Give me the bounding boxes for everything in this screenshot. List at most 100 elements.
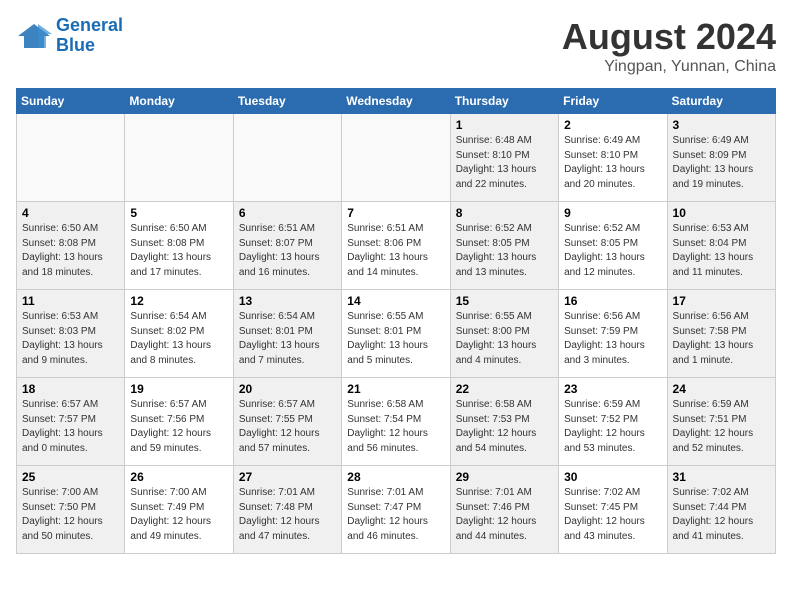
cell-info: Sunrise: 6:51 AMSunset: 8:06 PMDaylight:… bbox=[347, 222, 444, 280]
day-number: 25 bbox=[22, 470, 119, 484]
calendar-cell: 19 Sunrise: 6:57 AMSunset: 7:56 PMDayligh… bbox=[125, 378, 233, 466]
day-number: 24 bbox=[673, 382, 770, 396]
cell-info: Sunrise: 6:53 AMSunset: 8:04 PMDaylight:… bbox=[673, 222, 770, 280]
calendar-cell: 18Sunrise: 6:57 AMSunset: 7:57 PMDayligh… bbox=[17, 378, 125, 466]
day-number: 20 bbox=[239, 382, 336, 396]
day-number: 9 bbox=[564, 206, 661, 220]
cell-info: Sunrise: 6:52 AMSunset: 8:05 PMDaylight:… bbox=[564, 222, 661, 280]
cell-info: Sunrise: 6:55 AMSunset: 8:01 PMDaylight:… bbox=[347, 310, 444, 368]
cell-info: Sunrise: 7:02 AMSunset: 7:44 PMDaylight:… bbox=[673, 486, 770, 544]
calendar-cell: 22Sunrise: 6:58 AMSunset: 7:53 PMDayligh… bbox=[450, 378, 558, 466]
day-number: 21 bbox=[347, 382, 444, 396]
day-number: 19 bbox=[130, 382, 227, 396]
calendar-header-wednesday: Wednesday bbox=[342, 89, 450, 114]
calendar-cell: 15 Sunrise: 6:55 AMSunset: 8:00 PMDayligh… bbox=[450, 290, 558, 378]
cell-info: Sunrise: 6:50 AMSunset: 8:08 PMDaylight:… bbox=[130, 222, 227, 280]
cell-info: Sunrise: 6:54 AMSunset: 8:02 PMDaylight:… bbox=[130, 310, 227, 368]
calendar-cell: 24 Sunrise: 6:59 AMSunset: 7:51 PMDayligh… bbox=[667, 378, 775, 466]
cell-info: Sunrise: 6:52 AMSunset: 8:05 PMDaylight:… bbox=[456, 222, 553, 280]
calendar-header-thursday: Thursday bbox=[450, 89, 558, 114]
day-number: 18 bbox=[22, 382, 119, 396]
calendar-cell: 13 Sunrise: 6:54 AMSunset: 8:01 PMDayligh… bbox=[233, 290, 341, 378]
title-block: August 2024 Yingpan, Yunnan, China bbox=[562, 16, 776, 76]
calendar-cell: 26Sunrise: 7:00 AMSunset: 7:49 PMDayligh… bbox=[125, 466, 233, 554]
calendar-cell: 11 Sunrise: 6:53 AMSunset: 8:03 PMDayligh… bbox=[17, 290, 125, 378]
day-number: 15 bbox=[456, 294, 553, 308]
calendar-week-row: 25Sunrise: 7:00 AMSunset: 7:50 PMDayligh… bbox=[17, 466, 776, 554]
calendar-cell: 21 Sunrise: 6:58 AMSunset: 7:54 PMDayligh… bbox=[342, 378, 450, 466]
cell-info: Sunrise: 6:59 AMSunset: 7:52 PMDaylight:… bbox=[564, 398, 661, 456]
calendar-cell: 2 Sunrise: 6:49 AMSunset: 8:10 PMDaylight… bbox=[559, 114, 667, 202]
calendar-cell: 7 Sunrise: 6:51 AMSunset: 8:06 PMDaylight… bbox=[342, 202, 450, 290]
calendar-week-row: 4 Sunrise: 6:50 AMSunset: 8:08 PMDaylight… bbox=[17, 202, 776, 290]
logo-line2: Blue bbox=[56, 35, 95, 55]
day-number: 10 bbox=[673, 206, 770, 220]
calendar-cell: 4 Sunrise: 6:50 AMSunset: 8:08 PMDaylight… bbox=[17, 202, 125, 290]
day-number: 6 bbox=[239, 206, 336, 220]
cell-info: Sunrise: 6:49 AMSunset: 8:10 PMDaylight:… bbox=[564, 134, 661, 192]
day-number: 30 bbox=[564, 470, 661, 484]
calendar-cell bbox=[233, 114, 341, 202]
calendar-cell: 31Sunrise: 7:02 AMSunset: 7:44 PMDayligh… bbox=[667, 466, 775, 554]
day-number: 23 bbox=[564, 382, 661, 396]
cell-info: Sunrise: 6:51 AMSunset: 8:07 PMDaylight:… bbox=[239, 222, 336, 280]
calendar-header-row: SundayMondayTuesdayWednesdayThursdayFrid… bbox=[17, 89, 776, 114]
calendar-cell: 25Sunrise: 7:00 AMSunset: 7:50 PMDayligh… bbox=[17, 466, 125, 554]
cell-info: Sunrise: 6:59 AMSunset: 7:51 PMDaylight:… bbox=[673, 398, 770, 456]
calendar-cell: 30 Sunrise: 7:02 AMSunset: 7:45 PMDayligh… bbox=[559, 466, 667, 554]
day-number: 5 bbox=[130, 206, 227, 220]
day-number: 7 bbox=[347, 206, 444, 220]
logo-icon bbox=[16, 22, 52, 50]
calendar-cell bbox=[17, 114, 125, 202]
calendar-cell: 5 Sunrise: 6:50 AMSunset: 8:08 PMDaylight… bbox=[125, 202, 233, 290]
cell-info: Sunrise: 6:48 AMSunset: 8:10 PMDaylight:… bbox=[456, 134, 553, 192]
calendar-week-row: 18Sunrise: 6:57 AMSunset: 7:57 PMDayligh… bbox=[17, 378, 776, 466]
calendar-week-row: 1 Sunrise: 6:48 AMSunset: 8:10 PMDaylight… bbox=[17, 114, 776, 202]
calendar-cell: 12 Sunrise: 6:54 AMSunset: 8:02 PMDayligh… bbox=[125, 290, 233, 378]
calendar-cell: 8 Sunrise: 6:52 AMSunset: 8:05 PMDaylight… bbox=[450, 202, 558, 290]
day-number: 13 bbox=[239, 294, 336, 308]
day-number: 4 bbox=[22, 206, 119, 220]
calendar-cell: 1 Sunrise: 6:48 AMSunset: 8:10 PMDaylight… bbox=[450, 114, 558, 202]
day-number: 11 bbox=[22, 294, 119, 308]
calendar-header-tuesday: Tuesday bbox=[233, 89, 341, 114]
day-number: 17 bbox=[673, 294, 770, 308]
calendar-cell: 16 Sunrise: 6:56 AMSunset: 7:59 PMDayligh… bbox=[559, 290, 667, 378]
location: Yingpan, Yunnan, China bbox=[562, 58, 776, 76]
cell-info: Sunrise: 6:55 AMSunset: 8:00 PMDaylight:… bbox=[456, 310, 553, 368]
calendar-cell: 20Sunrise: 6:57 AMSunset: 7:55 PMDayligh… bbox=[233, 378, 341, 466]
month-title: August 2024 bbox=[562, 16, 776, 58]
calendar-header-friday: Friday bbox=[559, 89, 667, 114]
day-number: 8 bbox=[456, 206, 553, 220]
calendar-cell: 14 Sunrise: 6:55 AMSunset: 8:01 PMDayligh… bbox=[342, 290, 450, 378]
cell-info: Sunrise: 6:56 AMSunset: 7:59 PMDaylight:… bbox=[564, 310, 661, 368]
cell-info: Sunrise: 6:58 AMSunset: 7:54 PMDaylight:… bbox=[347, 398, 444, 456]
day-number: 16 bbox=[564, 294, 661, 308]
cell-info: Sunrise: 6:50 AMSunset: 8:08 PMDaylight:… bbox=[22, 222, 119, 280]
day-number: 26 bbox=[130, 470, 227, 484]
cell-info: Sunrise: 6:56 AMSunset: 7:58 PMDaylight:… bbox=[673, 310, 770, 368]
day-number: 14 bbox=[347, 294, 444, 308]
day-number: 12 bbox=[130, 294, 227, 308]
calendar-header-saturday: Saturday bbox=[667, 89, 775, 114]
day-number: 1 bbox=[456, 118, 553, 132]
day-number: 22 bbox=[456, 382, 553, 396]
day-number: 27 bbox=[239, 470, 336, 484]
cell-info: Sunrise: 6:49 AMSunset: 8:09 PMDaylight:… bbox=[673, 134, 770, 192]
cell-info: Sunrise: 6:54 AMSunset: 8:01 PMDaylight:… bbox=[239, 310, 336, 368]
header: General Blue August 2024 Yingpan, Yunnan… bbox=[16, 16, 776, 76]
calendar-cell: 9 Sunrise: 6:52 AMSunset: 8:05 PMDaylight… bbox=[559, 202, 667, 290]
cell-info: Sunrise: 7:02 AMSunset: 7:45 PMDaylight:… bbox=[564, 486, 661, 544]
calendar-cell: 27Sunrise: 7:01 AMSunset: 7:48 PMDayligh… bbox=[233, 466, 341, 554]
cell-info: Sunrise: 6:57 AMSunset: 7:56 PMDaylight:… bbox=[130, 398, 227, 456]
calendar-cell: 6 Sunrise: 6:51 AMSunset: 8:07 PMDaylight… bbox=[233, 202, 341, 290]
day-number: 2 bbox=[564, 118, 661, 132]
calendar-cell: 3 Sunrise: 6:49 AMSunset: 8:09 PMDaylight… bbox=[667, 114, 775, 202]
logo-line1: General bbox=[56, 15, 123, 35]
cell-info: Sunrise: 6:53 AMSunset: 8:03 PMDaylight:… bbox=[22, 310, 119, 368]
day-number: 29 bbox=[456, 470, 553, 484]
calendar-header-monday: Monday bbox=[125, 89, 233, 114]
logo-text: General Blue bbox=[56, 16, 123, 56]
cell-info: Sunrise: 7:01 AMSunset: 7:47 PMDaylight:… bbox=[347, 486, 444, 544]
day-number: 3 bbox=[673, 118, 770, 132]
